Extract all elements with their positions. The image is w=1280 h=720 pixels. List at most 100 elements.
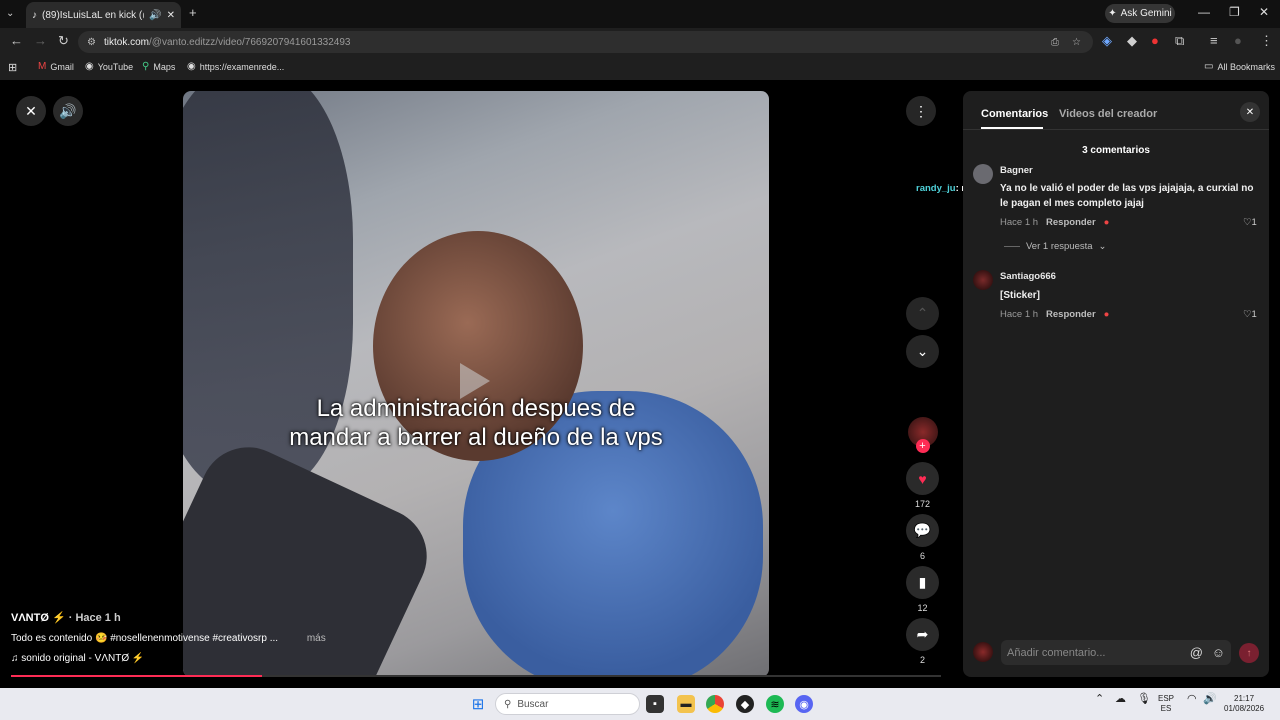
video-player[interactable]: La administración despues de mandar a ba… — [183, 91, 769, 677]
chevron-down-icon: ⌄ — [1098, 241, 1107, 252]
view-replies[interactable]: Ver 1 respuesta ⌄ — [1004, 241, 1107, 252]
author-name[interactable]: VΛNTØ — [11, 612, 49, 624]
follow-plus-icon[interactable]: + — [915, 439, 930, 453]
comment-input[interactable]: Añadir comentario... @ ☺ — [1001, 640, 1231, 665]
comment-like[interactable]: ♡1 — [1243, 309, 1257, 320]
menu-kebab-icon[interactable]: ⋮ — [1260, 33, 1273, 49]
bookmark-star-icon[interactable]: ☆ — [1072, 37, 1081, 48]
profile-avatar[interactable]: ● — [1234, 33, 1242, 48]
more-button[interactable]: más — [307, 633, 326, 644]
close-video-icon[interactable]: ✕ — [16, 96, 46, 126]
save-button[interactable]: ▮ 12 — [906, 566, 939, 613]
video-description: Todo es contenido 🤒 #nosellenenmotivense… — [11, 633, 326, 644]
prev-video-icon[interactable]: ⌃ — [906, 297, 939, 330]
comment-button[interactable]: 💬 6 — [906, 514, 939, 561]
chrome-icon[interactable] — [706, 695, 724, 713]
lightning-icon: ⚡ — [131, 653, 145, 664]
restore-icon[interactable]: ❐ — [1229, 5, 1240, 19]
creator-avatar[interactable]: + — [906, 417, 939, 453]
reply-button[interactable]: Responder — [1046, 217, 1096, 228]
creator-liked-icon: ● — [1103, 309, 1110, 320]
extension-icon-1[interactable]: ◈ — [1102, 33, 1112, 49]
all-bookmarks[interactable]: ▭ All Bookmarks — [1204, 61, 1275, 72]
comment-username[interactable]: Bagner — [1000, 165, 1033, 176]
sound-line[interactable]: ♫ sonido original - VΛNTØ ⚡ — [11, 653, 144, 664]
tab-creator-videos[interactable]: Videos del creador — [1059, 108, 1157, 120]
share-button[interactable]: ➦ 2 — [906, 618, 939, 665]
heart-icon: ♥ — [906, 462, 939, 495]
comment-like[interactable]: ♡1 — [1243, 217, 1257, 228]
new-tab-icon[interactable]: + — [189, 6, 197, 20]
extensions-puzzle-icon[interactable]: ⧉ — [1175, 33, 1184, 49]
reload-icon[interactable]: ↻ — [58, 33, 69, 49]
volume-icon[interactable]: 🔊 — [53, 96, 83, 126]
mention-icon[interactable]: @ — [1190, 645, 1203, 660]
back-icon[interactable]: ← — [10, 33, 23, 48]
globe-icon: ◉ — [85, 61, 94, 72]
network-app-icon[interactable]: ☁ — [1115, 694, 1126, 705]
tab-comments[interactable]: Comentarios — [981, 108, 1048, 120]
creator-liked-icon: ● — [1103, 217, 1110, 228]
app-icon[interactable]: ◆ — [736, 695, 754, 713]
volume-tray-icon[interactable]: 🔊 — [1203, 694, 1217, 705]
share-icon: ➦ — [906, 618, 939, 651]
discord-icon[interactable]: ◉ — [795, 695, 813, 713]
hashtags[interactable]: #nosellenenmotivense #creativosrp ... — [110, 633, 278, 644]
site-info-icon[interactable]: ⚙ — [87, 37, 96, 48]
video-progress-bar[interactable] — [11, 675, 941, 677]
avatar[interactable] — [973, 270, 993, 290]
apps-grid-icon[interactable]: ⊞ — [8, 61, 17, 74]
spotify-icon[interactable]: ≋ — [766, 695, 784, 713]
forward-icon[interactable]: → — [34, 33, 47, 48]
address-bar[interactable]: ⚙ tiktok.com/@vanto.editzz/video/7669207… — [78, 31, 1093, 53]
tab-active[interactable]: ♪ (89)IsLuisLaL en kick (@ 🔊 ✕ — [26, 2, 181, 28]
bookmark-gmail[interactable]: M Gmail — [38, 61, 74, 72]
emoji-icon: 🤒 — [94, 633, 108, 644]
video-caption: La administración despues de mandar a ba… — [289, 395, 663, 451]
extension-icon-2[interactable]: ◆ — [1127, 33, 1137, 49]
avatar[interactable] — [973, 164, 993, 184]
comment-text: [Sticker] — [1000, 290, 1041, 301]
like-button[interactable]: ♥ 172 — [906, 462, 939, 509]
minimize-icon[interactable]: — — [1198, 5, 1210, 19]
window-close-icon[interactable]: ✕ — [1259, 5, 1269, 19]
panel-close-icon[interactable]: ✕ — [1240, 102, 1260, 122]
search-icon: ⚲ — [504, 698, 512, 710]
current-user-avatar — [973, 642, 993, 662]
windows-start-icon[interactable]: ⊞ — [469, 695, 487, 713]
tab-search-icon[interactable]: ⌄ — [6, 7, 14, 21]
tab-title: (89)IsLuisLaL en kick — [42, 9, 137, 21]
lightning-icon: ⚡ — [51, 612, 66, 624]
browser-chrome: ⌄ ♪ (89)IsLuisLaL en kick (@ 🔊 ✕ + ✦Ask … — [0, 0, 1280, 80]
gmail-icon: M — [38, 61, 47, 72]
bookmark-examen[interactable]: ◉ https://examenrede... — [187, 61, 284, 72]
ask-gemini-button[interactable]: ✦ Ask Gemini — [1105, 4, 1175, 23]
comment-username[interactable]: Santiago666 — [1000, 271, 1056, 282]
microphone-icon[interactable]: 🎙 — [1137, 694, 1151, 705]
bookmark-maps[interactable]: ⚲ Maps — [142, 61, 175, 72]
file-explorer-icon[interactable]: ▬ — [677, 695, 695, 713]
tab-close-icon[interactable]: ✕ — [167, 10, 175, 21]
extension-icon-3[interactable]: ● — [1151, 33, 1159, 48]
tab-strip: ⌄ ♪ (89)IsLuisLaL en kick (@ 🔊 ✕ + ✦Ask … — [0, 0, 1280, 28]
reply-button[interactable]: Responder — [1046, 309, 1096, 320]
install-icon[interactable]: ⎙ — [1051, 37, 1059, 48]
post-comment-icon[interactable]: ↑ — [1239, 643, 1259, 663]
taskbar-search[interactable]: ⚲ Buscar — [495, 693, 640, 715]
comment-text: Ya no le valió el poder de las vps jajaj… — [1000, 183, 1254, 209]
wifi-icon[interactable]: ◠ — [1187, 694, 1197, 705]
more-options-icon[interactable]: ⋮ — [906, 96, 936, 126]
bookmark-youtube[interactable]: ◉ YouTube — [85, 61, 133, 72]
clock[interactable]: 21:17 01/08/2026 — [1224, 694, 1264, 714]
next-video-icon[interactable]: ⌄ — [906, 335, 939, 368]
speaker-icon[interactable]: 🔊 — [149, 10, 161, 21]
media-icon[interactable]: ≡ — [1210, 33, 1218, 48]
tiktok-page: ✕ 🔊 La administración despues de mandar … — [0, 80, 1280, 688]
task-view-icon[interactable]: ▪ — [646, 695, 664, 713]
tray-overflow-icon[interactable]: ⌃ — [1095, 694, 1104, 705]
comment-icon: 💬 — [906, 514, 939, 547]
emoji-picker-icon[interactable]: ☺ — [1212, 645, 1225, 660]
comment-count: 3 comentarios — [1082, 145, 1150, 156]
language-indicator[interactable]: ESP ES — [1158, 694, 1174, 714]
tiktok-icon: ♪ — [32, 9, 37, 21]
